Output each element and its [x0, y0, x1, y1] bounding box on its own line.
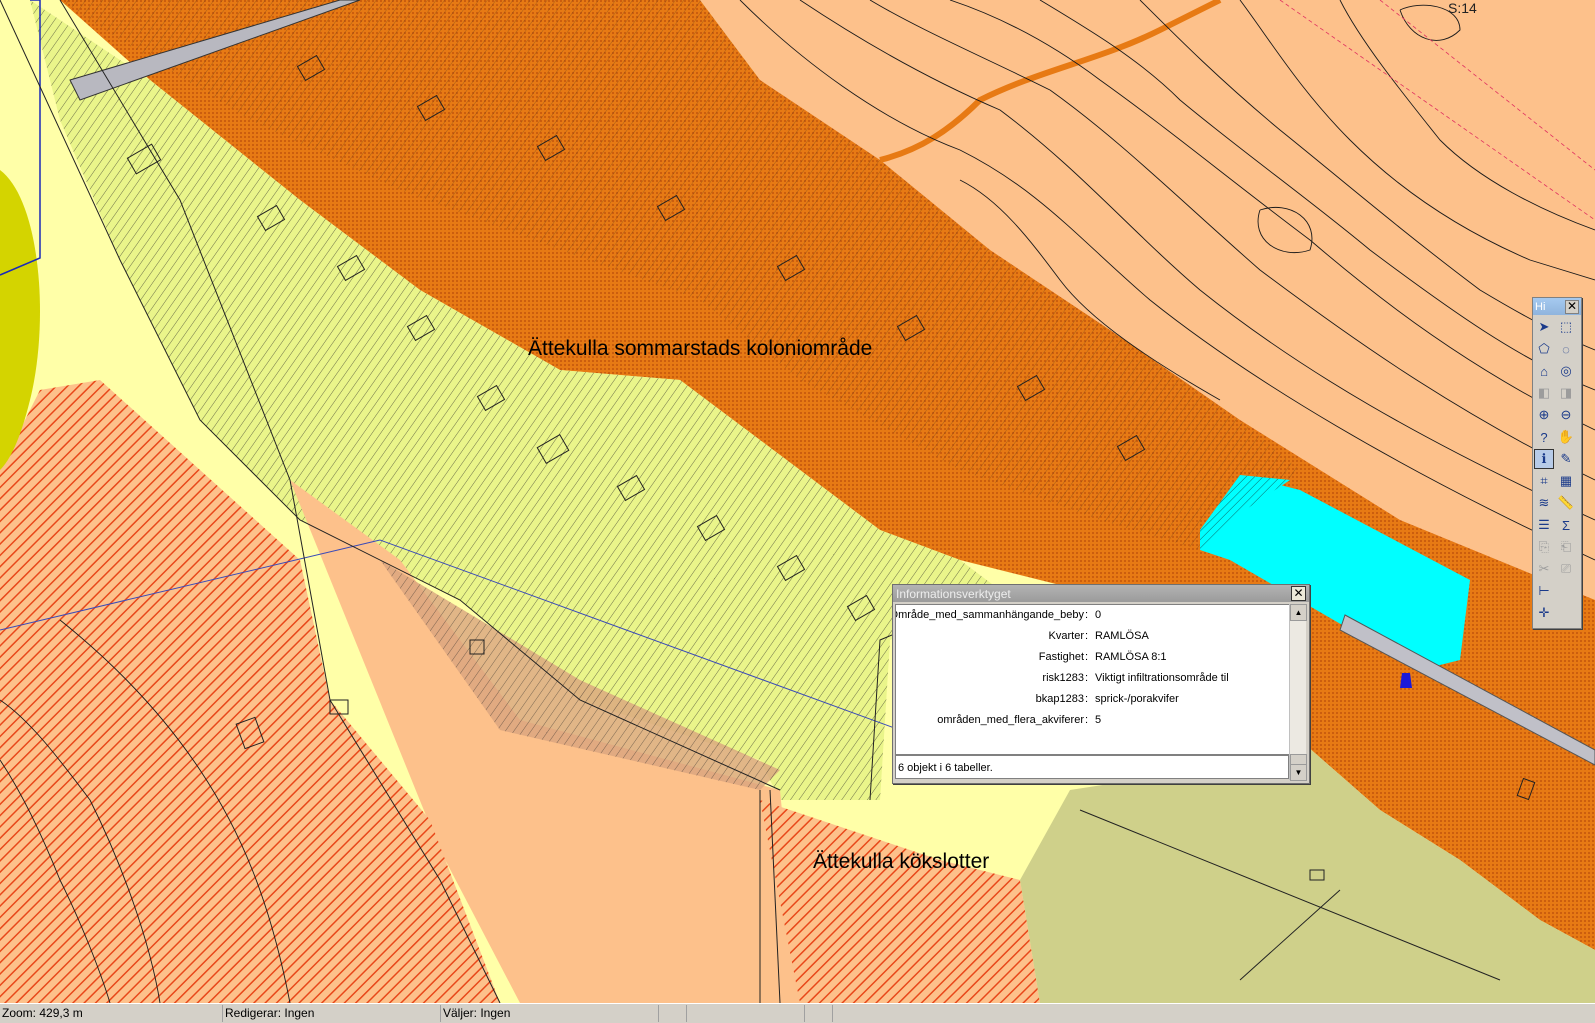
attribute-key: Kvarter — [1048, 630, 1084, 642]
map-label-kokslotter: Ättekulla kökslotter — [813, 850, 990, 873]
tool-palette-title: Hi — [1535, 300, 1546, 313]
pan-hand-icon[interactable]: ✋ — [1556, 427, 1576, 447]
attribute-value: 5 — [1095, 714, 1102, 726]
info-dialog-status: 6 objekt i 6 tabeller. — [895, 755, 1289, 779]
tool-grid: ➤ ⬚ ⬠ ◌ ⌂ ◎ ◧ ◨ ⊕ ⊖? ✋ ℹ ✎ ⌗ ▦ ≋ 📏 ☰ Σ ⎘ ⎗ ✂ ⎚ ⊢ ✛ — [1533, 315, 1581, 627]
attribute-key: Område_med_sammanhängande_beby — [895, 609, 1084, 621]
attribute-key: risk1283 — [1042, 672, 1084, 684]
attribute-separator: : — [1085, 672, 1089, 684]
status-bar: Zoom: 429,3 m Redigerar: Ingen Väljer: I… — [0, 1003, 1595, 1023]
attribute-separator: : — [1085, 714, 1089, 726]
info-dialog-scrollbar[interactable]: ▲ ▼ — [1289, 604, 1307, 781]
attribute-key: Fastighet — [1038, 651, 1084, 663]
attribute-value: 0 — [1095, 609, 1102, 621]
tool-palette-titlebar[interactable]: Hi ✕ — [1533, 298, 1581, 315]
select-radius-icon[interactable]: ◌ — [1556, 339, 1576, 359]
attribute-value: sprick-/porakvifer — [1095, 693, 1179, 705]
attribute-value: RAMLÖSA 8:1 — [1095, 651, 1167, 663]
scroll-up-button[interactable]: ▲ — [1290, 604, 1307, 621]
info-dialog-title: Informationsverktyget — [896, 586, 1011, 601]
info-dialog-titlebar[interactable]: Informationsverktyget ✕ — [893, 585, 1309, 602]
next-view-icon[interactable]: ◨ — [1556, 383, 1576, 403]
blank-icon — [1556, 581, 1576, 601]
select-polygon-icon[interactable]: ⬠ — [1534, 339, 1554, 359]
info-tool-icon[interactable]: ℹ — [1534, 449, 1554, 469]
select-arrow-icon[interactable]: ➤ — [1534, 317, 1554, 337]
map-export-icon[interactable]: ▦ — [1556, 471, 1576, 491]
home-icon[interactable]: ⌂ — [1534, 361, 1554, 381]
zoom-out-icon[interactable]: ⊖ — [1556, 405, 1576, 425]
layers-icon[interactable]: ≋ — [1534, 493, 1554, 513]
help-icon[interactable]: ? — [1534, 427, 1554, 447]
edit-icon[interactable]: ⎚ — [1556, 559, 1576, 579]
blank2-icon — [1556, 603, 1576, 623]
cut-icon[interactable]: ✂ — [1534, 559, 1554, 579]
scroll-down-button[interactable]: ▼ — [1290, 764, 1307, 781]
attribute-value: RAMLÖSA — [1095, 630, 1149, 642]
status-cell-empty — [687, 1005, 805, 1022]
attribute-row[interactable]: Kvarter : RAMLÖSA — [896, 626, 1290, 647]
status-editing: Redigerar: Ingen — [223, 1005, 441, 1022]
attribute-separator: : — [1085, 693, 1089, 705]
status-selecting: Väljer: Ingen — [441, 1005, 659, 1022]
copy-icon[interactable]: ⎘ — [1534, 537, 1554, 557]
grid-label: S:14 — [1448, 0, 1477, 16]
status-zoom: Zoom: 429,3 m — [0, 1005, 223, 1022]
scale-bar-icon[interactable]: ⊢ — [1534, 581, 1554, 601]
attribute-row[interactable]: områden_med_flera_akviferer : 5 — [896, 710, 1290, 731]
map-canvas[interactable]: Ättekulla sommarstads koloniområde Ättek… — [0, 0, 1595, 1003]
attribute-row[interactable]: bkap1283 : sprick-/porakvifer — [896, 689, 1290, 710]
attribute-separator: : — [1085, 651, 1089, 663]
status-cell-empty — [805, 1005, 833, 1022]
sum-sigma-icon[interactable]: Σ — [1556, 515, 1576, 535]
info-dialog-close-button[interactable]: ✕ — [1291, 586, 1306, 601]
attribute-row[interactable]: Område_med_sammanhängande_beby : 0 — [896, 605, 1290, 626]
crosshair-icon[interactable]: ✛ — [1534, 603, 1554, 623]
attribute-separator: : — [1085, 609, 1089, 621]
attribute-key: bkap1283 — [1035, 693, 1084, 705]
attribute-key: områden_med_flera_akviferer — [937, 714, 1084, 726]
full-extent-icon[interactable]: ◎ — [1556, 361, 1576, 381]
select-rectangle-icon[interactable]: ⬚ — [1556, 317, 1576, 337]
attribute-value: Viktigt infiltrationsområde til — [1095, 672, 1229, 684]
map-label-koloni: Ättekulla sommarstads koloniområde — [528, 337, 873, 360]
attribute-separator: : — [1085, 630, 1089, 642]
tool-palette-close-button[interactable]: ✕ — [1565, 299, 1579, 314]
attribute-list[interactable]: Område_med_sammanhängande_beby : 0 Kvart… — [895, 604, 1291, 755]
paste-icon[interactable]: ⎗ — [1556, 537, 1576, 557]
pencil-icon[interactable]: ✎ — [1556, 449, 1576, 469]
status-cell-empty — [659, 1005, 687, 1022]
previous-view-icon[interactable]: ◧ — [1534, 383, 1554, 403]
location-marker-icon[interactable] — [1400, 673, 1412, 688]
table-icon[interactable]: ☰ — [1534, 515, 1554, 535]
tool-palette[interactable]: Hi ✕ ➤ ⬚ ⬠ ◌ ⌂ ◎ ◧ ◨ ⊕ ⊖? ✋ ℹ ✎ ⌗ ▦ ≋ 📏 ☰ Σ ⎘ ⎗ ✂ ⎚ ⊢ ✛ — [1532, 297, 1582, 629]
attribute-row[interactable]: risk1283 : Viktigt infiltrationsområde t… — [896, 668, 1290, 689]
attribute-row[interactable]: Fastighet : RAMLÖSA 8:1 — [896, 647, 1290, 668]
zoom-in-icon[interactable]: ⊕ — [1534, 405, 1554, 425]
measure-ruler-icon[interactable]: 📏 — [1556, 493, 1576, 513]
map-svg[interactable] — [0, 0, 1595, 1003]
label-tag-icon[interactable]: ⌗ — [1534, 471, 1554, 491]
info-tool-dialog[interactable]: Informationsverktyget ✕ Område_med_samma… — [892, 584, 1310, 784]
